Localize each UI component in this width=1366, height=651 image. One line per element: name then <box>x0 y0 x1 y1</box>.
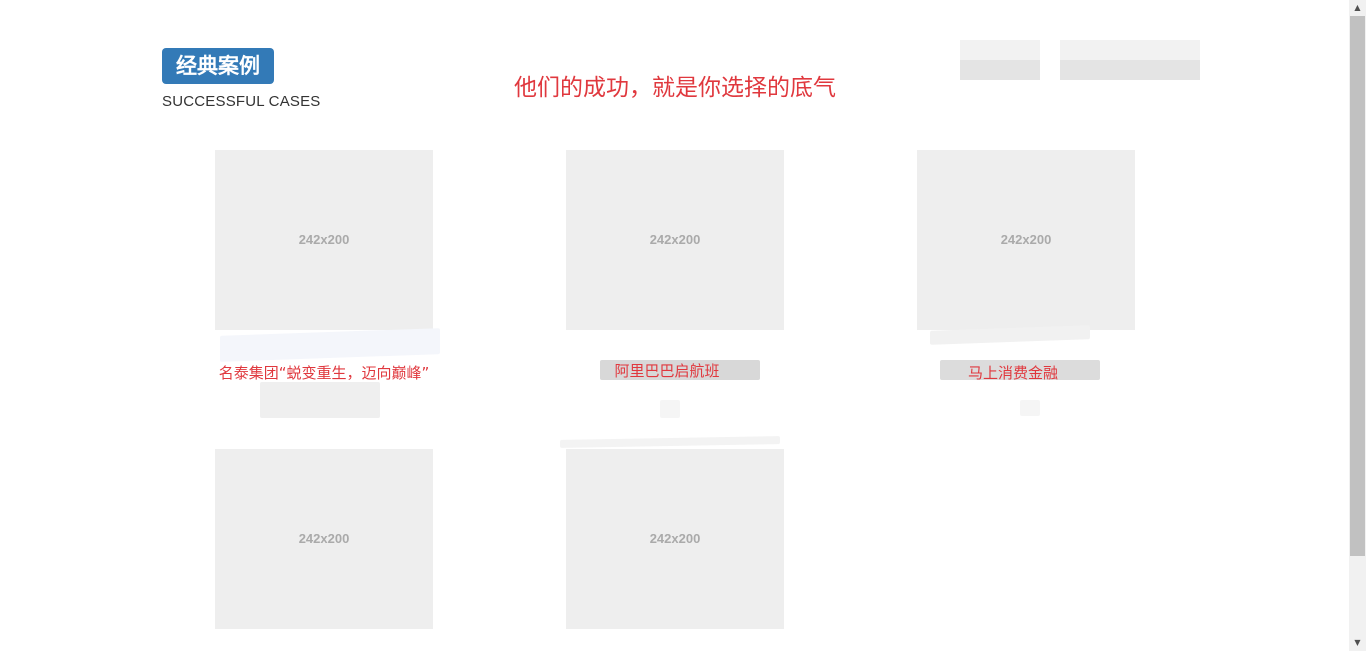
scroll-up-icon[interactable]: ▲ <box>1349 0 1366 16</box>
redacted-block-1 <box>960 40 1040 60</box>
redacted-block-4 <box>1060 60 1200 80</box>
section-subtitle: SUCCESSFUL CASES <box>162 93 321 110</box>
scrollbar-thumb[interactable] <box>1350 16 1365 556</box>
image-placeholder-label: 242x200 <box>649 232 701 247</box>
section-title-badge: 经典案例 <box>162 48 274 84</box>
case-caption-2[interactable]: 阿里巴巴启航班 <box>587 360 747 381</box>
caption-smudge-7 <box>1020 400 1040 416</box>
redacted-block-3 <box>1060 40 1200 60</box>
case-caption-1[interactable]: 名泰集团“蜕变重生，迈向巅峰” <box>204 362 444 383</box>
case-image-2[interactable]: 242x200 <box>566 150 784 330</box>
caption-smudge-8 <box>560 436 780 448</box>
redacted-block-2 <box>960 60 1040 80</box>
case-image-1[interactable]: 242x200 <box>215 150 433 330</box>
caption-smudge-2 <box>260 382 380 418</box>
image-placeholder-label: 242x200 <box>298 531 350 546</box>
case-image-3[interactable]: 242x200 <box>917 150 1135 330</box>
case-image-4[interactable]: 242x200 <box>215 449 433 629</box>
vertical-scrollbar[interactable]: ▲ ▼ <box>1349 0 1366 651</box>
caption-smudge-1 <box>220 328 440 362</box>
section-slogan: 他们的成功，就是你选择的底气 <box>514 75 836 101</box>
caption-smudge-6 <box>660 400 680 418</box>
page: 经典案例 SUCCESSFUL CASES 他们的成功，就是你选择的底气 242… <box>0 0 1366 651</box>
image-placeholder-label: 242x200 <box>1000 232 1052 247</box>
case-caption-3[interactable]: 马上消费金融 <box>933 362 1093 383</box>
image-placeholder-label: 242x200 <box>649 531 701 546</box>
case-image-5[interactable]: 242x200 <box>566 449 784 629</box>
image-placeholder-label: 242x200 <box>298 232 350 247</box>
scroll-down-icon[interactable]: ▼ <box>1349 635 1366 651</box>
